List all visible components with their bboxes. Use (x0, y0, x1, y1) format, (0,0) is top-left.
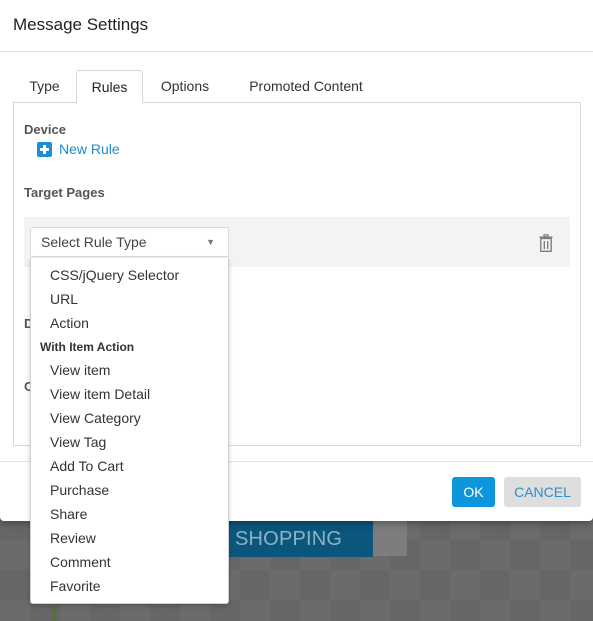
dropdown-option[interactable]: URL (31, 287, 228, 311)
dropdown-option[interactable]: Favorite (31, 574, 228, 598)
dropdown-option[interactable]: CSS/jQuery Selector (31, 263, 228, 287)
ok-button[interactable]: OK (452, 477, 495, 507)
dropdown-option[interactable]: View item Detail (31, 382, 228, 406)
background-line (53, 604, 56, 621)
dropdown-option[interactable]: Review (31, 526, 228, 550)
background-block (373, 521, 407, 556)
dropdown-option[interactable]: View Category (31, 406, 228, 430)
dropdown-option[interactable]: Share (31, 502, 228, 526)
dropdown-option[interactable]: View item (31, 358, 228, 382)
trash-icon[interactable] (539, 234, 553, 252)
tab-promoted-content[interactable]: Promoted Content (231, 70, 381, 104)
rule-type-select-value: Select Rule Type (41, 234, 147, 250)
rule-type-select[interactable]: Select Rule Type ▼ (30, 227, 229, 257)
cancel-button[interactable]: CANCEL (504, 477, 581, 507)
new-rule-button[interactable]: New Rule (37, 140, 120, 158)
dropdown-option[interactable]: Comment (31, 550, 228, 574)
dropdown-option[interactable]: Add To Cart (31, 454, 228, 478)
tab-bar: Type Rules Options Promoted Content (13, 70, 581, 104)
dropdown-group-header: With Item Action (40, 340, 135, 354)
new-rule-label: New Rule (59, 141, 120, 157)
device-label: Device (24, 122, 66, 137)
modal-title: Message Settings (13, 15, 149, 34)
tab-rules[interactable]: Rules (76, 70, 143, 104)
tab-options[interactable]: Options (149, 70, 221, 104)
modal-header: Message Settings (0, 0, 593, 52)
chevron-down-icon: ▼ (206, 237, 215, 247)
tab-type[interactable]: Type (16, 70, 73, 104)
rule-type-dropdown: CSS/jQuery Selector URL Action With Item… (30, 258, 229, 604)
target-pages-label: Target Pages (24, 185, 105, 200)
plus-icon (37, 141, 52, 157)
dropdown-option[interactable]: Purchase (31, 478, 228, 502)
dropdown-option[interactable]: Action (31, 311, 228, 335)
dropdown-option[interactable]: View Tag (31, 430, 228, 454)
